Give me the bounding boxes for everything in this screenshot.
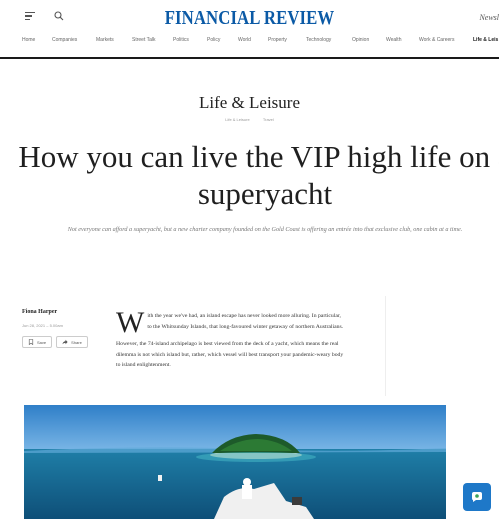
nav-item-home[interactable]: Home [22, 37, 35, 43]
nav-item-life-leisure[interactable]: Life & Leis [473, 37, 498, 43]
newsletters-link[interactable]: Newsl [479, 13, 499, 22]
main-navigation: Home Companies Markets Street Talk Polit… [0, 37, 499, 51]
bookmark-icon [28, 339, 34, 345]
column-divider [385, 296, 386, 396]
share-label: Share [71, 339, 82, 345]
paragraph-1: W ith the year we've had, an island esca… [116, 306, 346, 339]
chat-fab-button[interactable] [463, 483, 491, 511]
nav-item-politics[interactable]: Politics [173, 37, 189, 43]
hero-image [24, 405, 446, 519]
nav-item-world[interactable]: World [238, 37, 251, 43]
nav-item-wealth[interactable]: Wealth [386, 37, 401, 43]
tag-travel[interactable]: Travel [263, 117, 274, 122]
tag-life-leisure[interactable]: Life & Leisure [225, 117, 249, 122]
section-tags: Life & Leisure Travel [0, 117, 499, 122]
drop-cap: W [116, 306, 145, 339]
share-button[interactable]: Share [56, 336, 88, 348]
paragraph-2: However, the 74-island archipelago is be… [116, 341, 344, 368]
section-title[interactable]: Life & Leisure [0, 93, 499, 113]
top-bar: FINANCIAL REVIEW Newsl [0, 0, 499, 36]
article-body: W ith the year we've had, an island esca… [116, 306, 346, 378]
nav-item-property[interactable]: Property [268, 37, 287, 43]
hero-photo-superyacht [24, 405, 446, 519]
nav-item-companies[interactable]: Companies [52, 37, 77, 43]
nav-item-opinion[interactable]: Opinion [352, 37, 369, 43]
nav-item-policy[interactable]: Policy [207, 37, 220, 43]
article-standfirst: Not everyone can afford a superyacht, bu… [67, 226, 463, 233]
masthead-logo[interactable]: FINANCIAL REVIEW [35, 8, 464, 30]
author-name[interactable]: Fiona Harper [22, 309, 112, 315]
nav-item-technology[interactable]: Technology [306, 37, 331, 43]
save-button[interactable]: Save [22, 336, 53, 348]
hamburger-menu-icon[interactable] [25, 12, 35, 22]
publish-date: Jun 28, 2021 – 5.00am [22, 323, 63, 328]
paragraph-1-text: ith the year we've had, an island escape… [147, 313, 344, 330]
nav-item-work-careers[interactable]: Work & Careers [419, 37, 454, 43]
header-rule [0, 57, 499, 59]
byline: Fiona Harper Jun 28, 2021 – 5.00am Save … [22, 309, 112, 348]
article-headline: How you can live the VIP high life on a … [18, 139, 499, 211]
nav-item-markets[interactable]: Markets [96, 37, 114, 43]
share-arrow-icon [62, 339, 68, 345]
save-label: Save [37, 339, 47, 345]
nav-item-street-talk[interactable]: Street Talk [132, 37, 156, 43]
chat-icon [472, 492, 482, 502]
